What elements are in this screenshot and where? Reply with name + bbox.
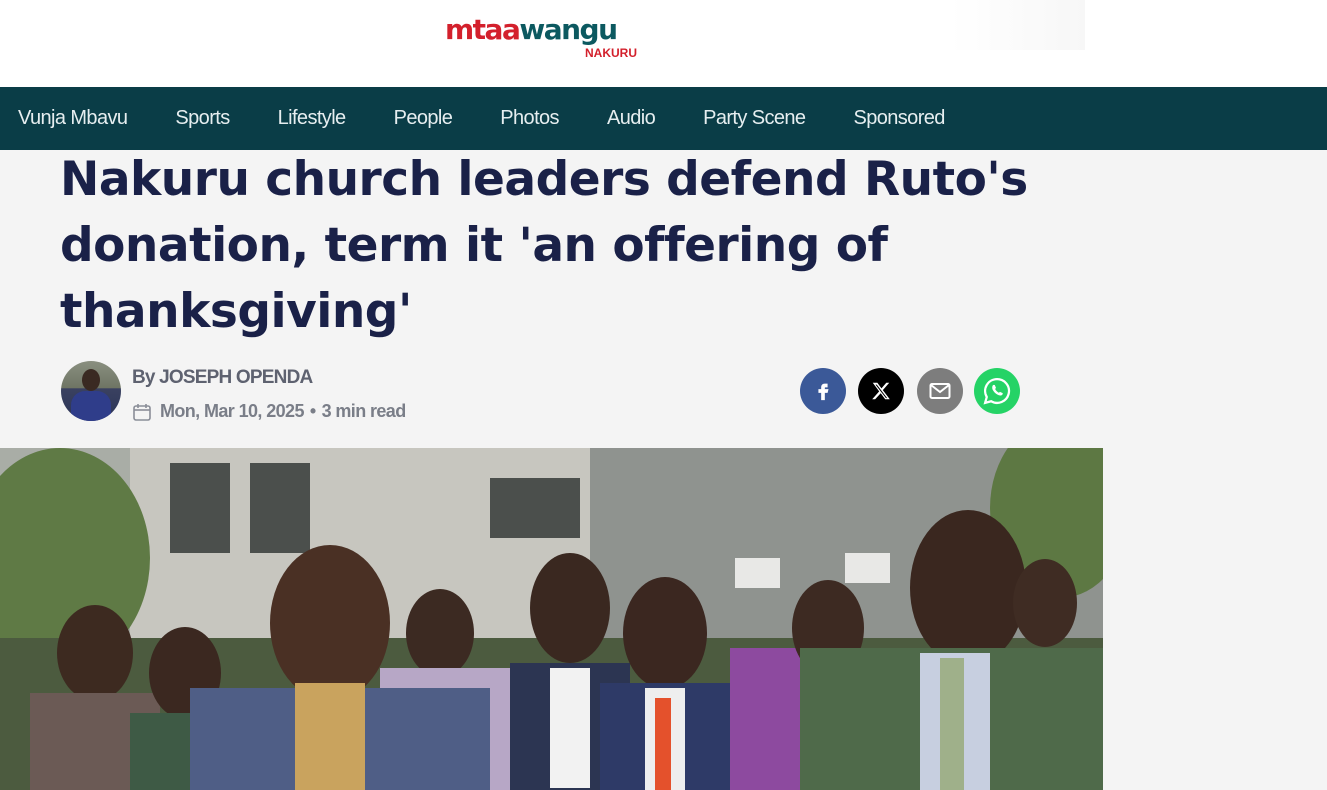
site-header: mtaa wangu NAKURU [0, 0, 1327, 87]
read-time: 3 min read [321, 401, 407, 421]
nav-item-photos[interactable]: Photos [500, 107, 559, 130]
whatsapp-icon [983, 377, 1011, 405]
hero-photo-illustration [0, 448, 1103, 790]
x-icon [872, 382, 890, 400]
author-byline[interactable]: By JOSEPH OPENDA [132, 367, 313, 389]
nav-item-audio[interactable]: Audio [607, 107, 656, 130]
logo-part-2: wangu [519, 13, 618, 46]
nav-item-lifestyle[interactable]: Lifestyle [278, 107, 347, 130]
share-email-button[interactable] [917, 368, 963, 414]
nav-item-party-scene[interactable]: Party Scene [703, 107, 806, 130]
article-meta: Mon, Mar 10, 2025 • 3 min read [132, 401, 406, 422]
logo-wordmark: mtaa wangu [445, 14, 645, 46]
logo-region: NAKURU [585, 46, 637, 60]
nav-item-sports[interactable]: Sports [175, 107, 230, 130]
nav-item-vunja-mbavu[interactable]: Vunja Mbavu [18, 107, 128, 130]
share-facebook-button[interactable] [800, 368, 846, 414]
nav-item-people[interactable]: People [394, 107, 453, 130]
hero-image [0, 448, 1103, 790]
main-nav: Vunja Mbavu Sports Lifestyle People Phot… [0, 87, 1327, 150]
share-x-button[interactable] [858, 368, 904, 414]
avatar-body [71, 391, 111, 421]
avatar-head [82, 369, 100, 391]
share-whatsapp-button[interactable] [974, 368, 1020, 414]
site-logo[interactable]: mtaa wangu NAKURU [445, 14, 645, 64]
meta-separator: • [309, 401, 316, 421]
facebook-icon [818, 383, 829, 401]
nav-item-sponsored[interactable]: Sponsored [853, 107, 945, 130]
email-icon [929, 383, 951, 399]
article-headline: Nakuru church leaders defend Ruto's dona… [60, 152, 1028, 339]
calendar-icon [133, 403, 151, 421]
publish-date: Mon, Mar 10, 2025 [160, 401, 304, 421]
logo-part-1: mtaa [445, 13, 521, 46]
ad-slot [950, 0, 1085, 50]
author-avatar[interactable] [61, 361, 121, 421]
